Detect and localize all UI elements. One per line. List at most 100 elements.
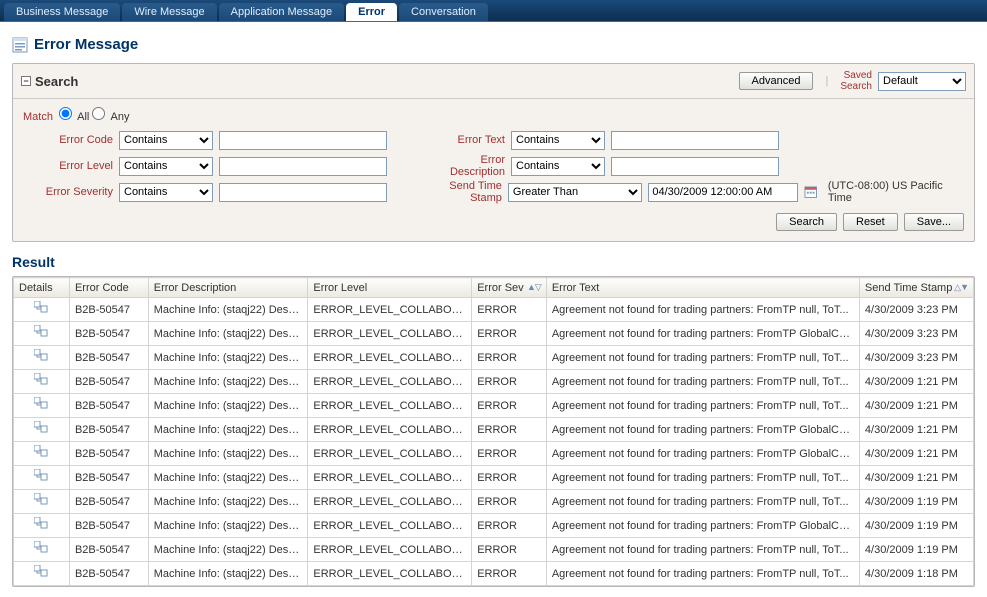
details-cell[interactable]	[14, 394, 70, 418]
value-input[interactable]	[219, 157, 387, 176]
value-input[interactable]	[219, 183, 387, 202]
table-row[interactable]: B2B-50547Machine Info: (staqj22) Desc...…	[14, 490, 974, 514]
table-row[interactable]: B2B-50547Machine Info: (staqj22) Desc...…	[14, 466, 974, 490]
cell-error-level: ERROR_LEVEL_COLLABORA...	[308, 514, 472, 538]
save-button[interactable]: Save...	[904, 213, 964, 231]
details-cell[interactable]	[14, 370, 70, 394]
cell-error-severity: ERROR	[472, 466, 547, 490]
cell-error-severity: ERROR	[472, 514, 547, 538]
tab-application-message[interactable]: Application Message	[219, 3, 345, 21]
cell-error-severity: ERROR	[472, 346, 547, 370]
collapse-toggle-icon[interactable]: −	[21, 76, 31, 86]
column-header[interactable]: Details	[14, 278, 70, 298]
operator-select[interactable]: Contains	[119, 131, 213, 150]
reset-button[interactable]: Reset	[843, 213, 898, 231]
details-cell[interactable]	[14, 322, 70, 346]
details-icon[interactable]	[34, 301, 48, 315]
table-row[interactable]: B2B-50547Machine Info: (staqj22) Desc...…	[14, 538, 974, 562]
match-any-radio[interactable]	[92, 107, 105, 120]
cell-error-text: Agreement not found for trading partners…	[546, 322, 859, 346]
operator-select[interactable]: Contains	[119, 183, 213, 202]
cell-error-severity: ERROR	[472, 490, 547, 514]
cell-error-level: ERROR_LEVEL_COLLABORA...	[308, 418, 472, 442]
result-table: DetailsError CodeError DescriptionError …	[13, 277, 974, 586]
column-header[interactable]: Error Sev▲▽	[472, 278, 547, 298]
details-cell[interactable]	[14, 562, 70, 586]
details-icon[interactable]	[34, 397, 48, 411]
details-cell[interactable]	[14, 514, 70, 538]
column-header[interactable]: Send Time Stamp△▼	[859, 278, 973, 298]
cell-error-text: Agreement not found for trading partners…	[546, 466, 859, 490]
cell-error-code: B2B-50547	[69, 418, 148, 442]
details-icon[interactable]	[34, 325, 48, 339]
column-header[interactable]: Error Description	[148, 278, 308, 298]
field-label: Error Level	[23, 160, 113, 172]
operator-select[interactable]: Contains	[511, 157, 605, 176]
cell-error-description: Machine Info: (staqj22) Desc...	[148, 538, 308, 562]
table-row[interactable]: B2B-50547Machine Info: (staqj22) Desc...…	[14, 346, 974, 370]
details-icon[interactable]	[34, 445, 48, 459]
sort-icon[interactable]: ▲▽	[527, 282, 541, 293]
details-icon[interactable]	[34, 469, 48, 483]
table-row[interactable]: B2B-50547Machine Info: (staqj22) Desc...…	[14, 394, 974, 418]
details-icon[interactable]	[34, 421, 48, 435]
tab-error[interactable]: Error	[346, 3, 397, 21]
sort-icon[interactable]: △▼	[954, 282, 968, 293]
details-icon[interactable]	[34, 373, 48, 387]
table-row[interactable]: B2B-50547Machine Info: (staqj22) Desc...…	[14, 322, 974, 346]
details-icon[interactable]	[34, 565, 48, 579]
calendar-icon[interactable]	[804, 185, 817, 199]
table-row[interactable]: B2B-50547Machine Info: (staqj22) Desc...…	[14, 514, 974, 538]
operator-select[interactable]: Greater Than	[508, 183, 643, 202]
details-cell[interactable]	[14, 490, 70, 514]
column-header[interactable]: Error Code	[69, 278, 148, 298]
cell-send-time: 4/30/2009 3:23 PM	[859, 322, 973, 346]
value-input[interactable]	[611, 157, 779, 176]
cell-send-time: 4/30/2009 1:21 PM	[859, 466, 973, 490]
match-all-radio[interactable]	[59, 107, 72, 120]
search-field-row: Error Level Contains	[23, 155, 387, 177]
details-icon[interactable]	[34, 541, 48, 555]
search-field-row: Error CodeContains	[23, 129, 387, 151]
saved-search-select[interactable]: Default	[878, 72, 966, 91]
details-cell[interactable]	[14, 298, 70, 322]
cell-error-text: Agreement not found for trading partners…	[546, 298, 859, 322]
date-input[interactable]	[648, 183, 798, 202]
cell-error-text: Agreement not found for trading partners…	[546, 346, 859, 370]
tab-wire-message[interactable]: Wire Message	[122, 3, 216, 21]
details-cell[interactable]	[14, 538, 70, 562]
table-row[interactable]: B2B-50547Machine Info: (staqj22) Desc...…	[14, 442, 974, 466]
advanced-button[interactable]: Advanced	[739, 72, 814, 90]
tab-conversation[interactable]: Conversation	[399, 3, 488, 21]
cell-send-time: 4/30/2009 1:21 PM	[859, 442, 973, 466]
value-input[interactable]	[219, 131, 387, 150]
column-header[interactable]: Error Level	[308, 278, 472, 298]
details-icon[interactable]	[34, 517, 48, 531]
cell-error-level: ERROR_LEVEL_COLLABORA...	[308, 490, 472, 514]
value-input[interactable]	[611, 131, 779, 150]
details-cell[interactable]	[14, 346, 70, 370]
cell-error-severity: ERROR	[472, 394, 547, 418]
details-cell[interactable]	[14, 418, 70, 442]
cell-error-severity: ERROR	[472, 562, 547, 586]
operator-select[interactable]: Contains	[119, 157, 213, 176]
table-row[interactable]: B2B-50547Machine Info: (staqj22) Desc...…	[14, 562, 974, 586]
operator-select[interactable]: Contains	[511, 131, 605, 150]
tabbar: Business MessageWire MessageApplication …	[0, 0, 987, 22]
details-icon[interactable]	[34, 349, 48, 363]
details-icon[interactable]	[34, 493, 48, 507]
cell-error-text: Agreement not found for trading partners…	[546, 418, 859, 442]
search-panel-header: − Search Advanced | SavedSearch Default	[13, 64, 974, 99]
cell-error-level: ERROR_LEVEL_COLLABORA...	[308, 394, 472, 418]
table-row[interactable]: B2B-50547Machine Info: (staqj22) Desc...…	[14, 370, 974, 394]
content-area: Error Message − Search Advanced | SavedS…	[0, 22, 987, 597]
table-row[interactable]: B2B-50547Machine Info: (staqj22) Desc...…	[14, 298, 974, 322]
search-panel: − Search Advanced | SavedSearch Default …	[12, 63, 975, 242]
details-cell[interactable]	[14, 466, 70, 490]
search-button[interactable]: Search	[776, 213, 837, 231]
table-row[interactable]: B2B-50547Machine Info: (staqj22) Desc...…	[14, 418, 974, 442]
page-title: Error Message	[34, 36, 138, 53]
tab-business-message[interactable]: Business Message	[4, 3, 120, 21]
column-header[interactable]: Error Text	[546, 278, 859, 298]
details-cell[interactable]	[14, 442, 70, 466]
